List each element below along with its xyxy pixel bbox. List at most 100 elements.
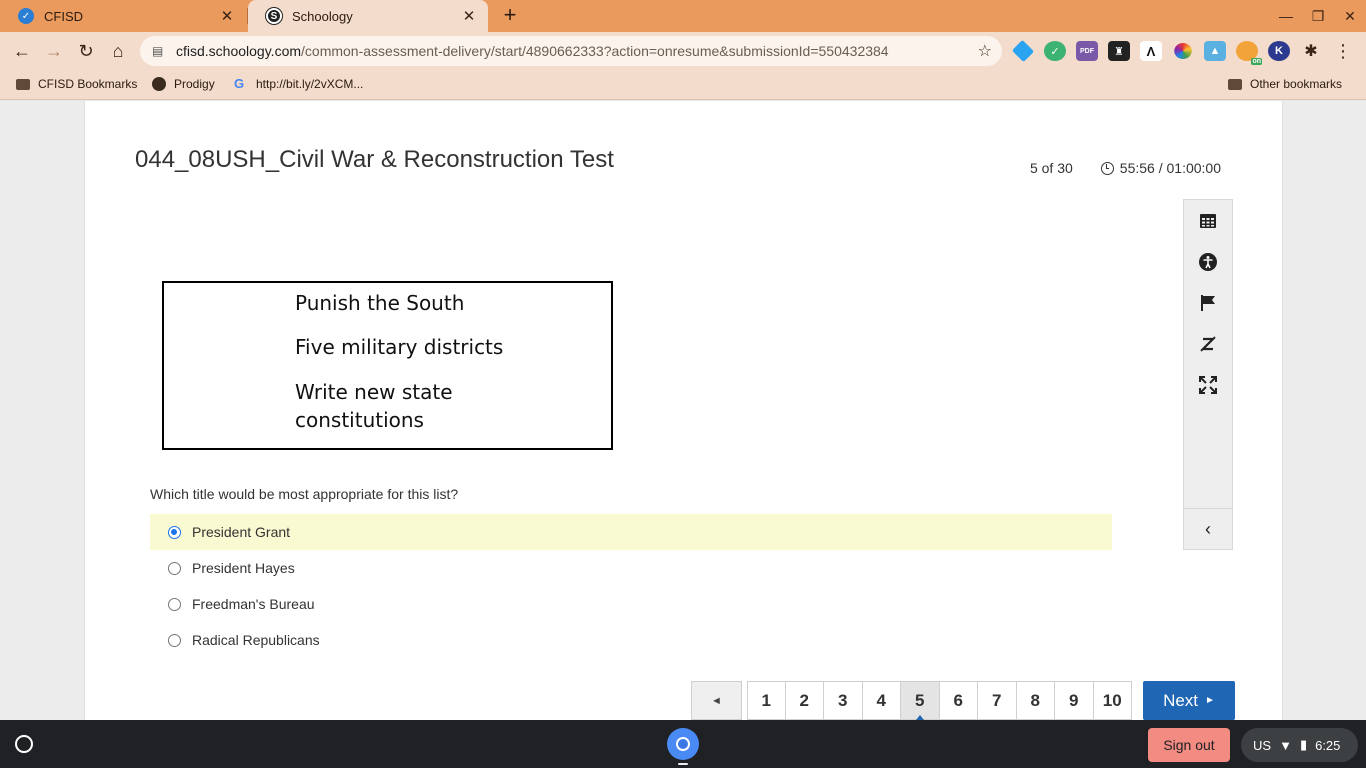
stimulus-line: Punish the South [295, 291, 465, 315]
fullscreen-icon[interactable] [1197, 374, 1219, 396]
extension-robot-icon[interactable]: ♜ [1108, 41, 1130, 61]
schoology-favicon-icon: S [266, 8, 282, 24]
bookmark-folder-cfisd[interactable]: CFISD Bookmarks [16, 77, 137, 91]
extension-image-icon[interactable]: ▲ [1204, 41, 1226, 61]
next-label: Next [1163, 690, 1199, 710]
bookmark-label: CFISD Bookmarks [38, 77, 138, 91]
choice-label: Radical Republicans [192, 632, 320, 648]
os-shelf: Sign out US ▼ ▮ 6:25 [0, 720, 1366, 768]
bookmarks-bar: CFISD Bookmarks Prodigy G http://bit.ly/… [0, 70, 1366, 100]
tab-schoology[interactable]: S Schoology ✕ [248, 0, 488, 32]
wifi-icon: ▼ [1279, 737, 1292, 753]
tab-strip: ✓ CFISD ✕ S Schoology ✕ + — ❐ ✕ [0, 0, 1366, 32]
flag-icon[interactable] [1197, 292, 1219, 314]
stimulus-line: constitutions [295, 408, 424, 432]
eliminate-answer-icon[interactable] [1197, 333, 1219, 355]
tab-title: CFISD [44, 8, 83, 24]
choice-label: Freedman's Bureau [192, 596, 315, 612]
url-path: /common-assessment-delivery/start/489066… [301, 43, 889, 59]
bookmark-prodigy[interactable]: Prodigy [152, 77, 215, 91]
stimulus-line: Five military districts [295, 335, 504, 359]
bookmark-other[interactable]: Other bookmarks [1228, 77, 1342, 91]
page-button-10[interactable]: 10 [1093, 681, 1132, 720]
url-host: cfisd.schoology.com [176, 43, 302, 59]
answer-choice[interactable]: President Grant [150, 514, 1112, 550]
keyboard-layout: US [1253, 737, 1272, 753]
page-button-4[interactable]: 4 [862, 681, 901, 720]
assessment-title: 044_08USH_Civil War & Reconstruction Tes… [135, 146, 614, 173]
timer: 55:56 / 01:00:00 [1119, 160, 1221, 176]
restore-icon[interactable]: ❐ [1302, 0, 1334, 32]
extension-diamond-icon[interactable] [1011, 39, 1035, 63]
question-progress: 5 of 30 [1029, 160, 1073, 176]
browser-toolbar: ← → ↻ ⌂ ▤ cfisd.schoology.com/common-ass… [0, 32, 1366, 70]
collapse-tools-button[interactable]: ‹ [1184, 508, 1232, 550]
bookmark-label: Prodigy [174, 77, 215, 91]
page-button-9[interactable]: 9 [1055, 681, 1094, 720]
extension-a-icon[interactable]: Λ [1140, 41, 1162, 61]
page-button-5-current[interactable]: 5 [901, 681, 940, 720]
clock-icon [1100, 161, 1114, 175]
page-button-3[interactable]: 3 [824, 681, 863, 720]
progress-meta: 5 of 30 55:56 / 01:00:00 [1030, 160, 1221, 176]
sign-out-button[interactable]: Sign out [1148, 728, 1230, 762]
status-tray[interactable]: US ▼ ▮ 6:25 [1241, 728, 1358, 762]
tools-panel: ‹ [1183, 199, 1233, 550]
radio-button[interactable] [168, 561, 181, 575]
folder-icon [16, 78, 30, 90]
address-bar[interactable]: ▤ cfisd.schoology.com/common-assessment-… [140, 36, 1002, 66]
tab-title: Schoology [292, 8, 353, 24]
back-arrow-icon[interactable]: ← [10, 39, 34, 63]
extension-pdf-icon[interactable]: PDF [1076, 41, 1098, 61]
bookmark-bitly[interactable]: G http://bit.ly/2vXCM... [234, 77, 364, 92]
extension-k-icon[interactable]: K [1268, 41, 1290, 61]
close-window-icon[interactable]: ✕ [1334, 0, 1366, 32]
minimize-icon[interactable]: — [1270, 0, 1302, 32]
stimulus-line: Write new state [295, 380, 453, 404]
question-pager: ◄ 1 2 3 4 5 6 7 8 9 10 Next ► [691, 681, 1235, 720]
chevron-left-icon: ‹ [1205, 519, 1211, 539]
accessibility-icon[interactable] [1197, 251, 1219, 273]
extensions-row: ✓ PDF ♜ Λ ▲ on K ✱ [1011, 39, 1332, 65]
close-tab-icon[interactable]: ✕ [460, 7, 478, 25]
extension-on-icon[interactable]: on [1236, 41, 1262, 65]
extension-check-icon[interactable]: ✓ [1044, 41, 1066, 61]
reload-icon[interactable]: ↻ [74, 39, 98, 63]
folder-icon [1228, 78, 1242, 90]
chrome-browser-icon[interactable] [667, 728, 699, 760]
battery-icon: ▮ [1299, 737, 1308, 752]
new-tab-button[interactable]: + [498, 4, 522, 28]
question-prompt: Which title would be most appropriate fo… [150, 486, 459, 502]
extensions-puzzle-icon[interactable]: ✱ [1300, 41, 1322, 61]
forward-arrow-icon[interactable]: → [42, 39, 66, 63]
launcher-icon[interactable] [15, 735, 33, 753]
choice-label: President Grant [192, 524, 291, 540]
browser-menu-icon[interactable]: ⋮ [1334, 41, 1352, 62]
cfisd-favicon-icon: ✓ [18, 8, 34, 24]
page-button-1[interactable]: 1 [747, 681, 786, 720]
site-info-icon[interactable]: ▤ [152, 44, 166, 58]
page-button-8[interactable]: 8 [1016, 681, 1055, 720]
running-indicator [678, 763, 688, 765]
bookmark-star-icon[interactable]: ☆ [978, 41, 992, 61]
radio-button[interactable] [168, 633, 181, 647]
answer-choice[interactable]: Freedman's Bureau [150, 586, 1112, 622]
answer-choice[interactable]: President Hayes [150, 550, 1112, 586]
answer-choice[interactable]: Radical Republicans [150, 622, 1112, 658]
page-button-6[interactable]: 6 [939, 681, 978, 720]
assessment-page: 044_08USH_Civil War & Reconstruction Tes… [84, 101, 1283, 720]
close-tab-icon[interactable]: ✕ [218, 7, 236, 25]
previous-question-button[interactable]: ◄ [691, 681, 742, 720]
radio-button-checked[interactable] [168, 525, 181, 539]
stimulus-box: Punish the South Five military districts… [162, 281, 613, 450]
tab-cfisd[interactable]: ✓ CFISD ✕ [0, 0, 246, 32]
bookmark-label: http://bit.ly/2vXCM... [256, 77, 364, 91]
prodigy-icon [152, 77, 166, 91]
next-button[interactable]: Next ► [1143, 681, 1235, 720]
calculator-icon[interactable] [1197, 210, 1219, 232]
page-button-7[interactable]: 7 [978, 681, 1017, 720]
radio-button[interactable] [168, 597, 181, 611]
page-button-2[interactable]: 2 [785, 681, 824, 720]
extension-color-wheel-icon[interactable] [1174, 43, 1192, 59]
home-icon[interactable]: ⌂ [106, 39, 130, 63]
